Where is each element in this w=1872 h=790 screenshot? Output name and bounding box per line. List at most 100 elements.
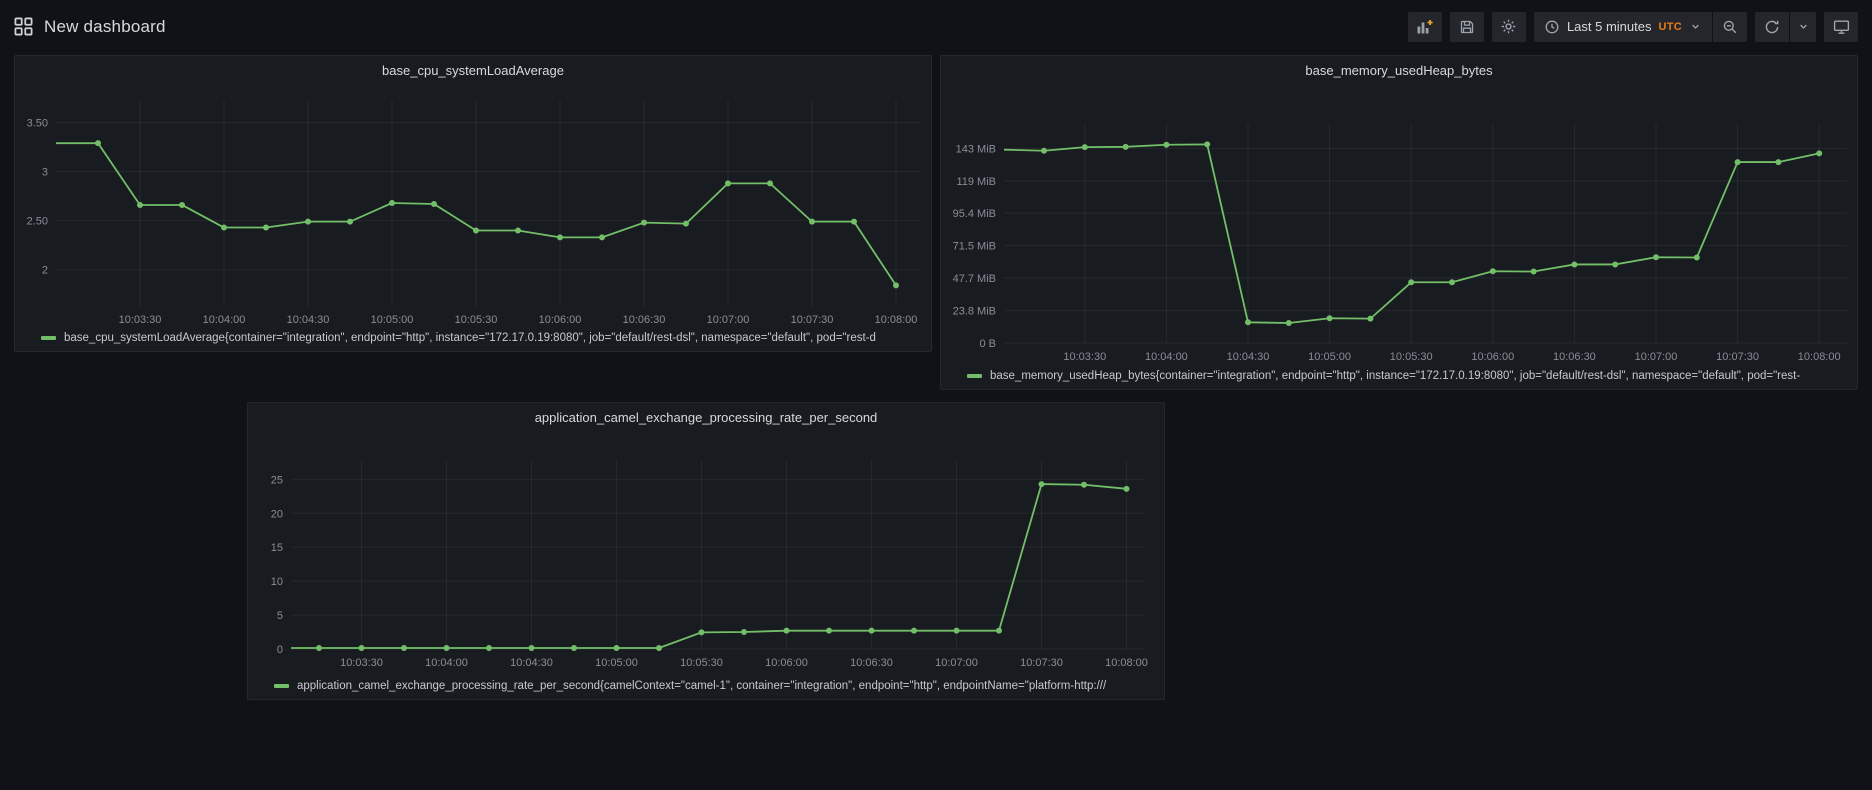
data-point[interactable] [1571, 261, 1577, 267]
data-point[interactable] [305, 219, 311, 225]
data-point[interactable] [1039, 481, 1045, 487]
data-point[interactable] [263, 225, 269, 231]
data-point[interactable] [996, 628, 1002, 634]
x-axis-tick-label: 10:07:30 [791, 314, 834, 326]
data-point[interactable] [1082, 144, 1088, 150]
data-point[interactable] [1449, 279, 1455, 285]
data-point[interactable] [725, 180, 731, 186]
y-axis-tick-label: 25 [271, 474, 283, 486]
data-point[interactable] [221, 225, 227, 231]
data-point[interactable] [515, 227, 521, 233]
data-point[interactable] [1735, 159, 1741, 165]
x-axis-tick-label: 10:04:30 [1227, 351, 1270, 363]
add-panel-button[interactable] [1408, 12, 1442, 42]
refresh-interval-dropdown[interactable] [1790, 12, 1816, 42]
panel-camel-processing-rate: application_camel_exchange_processing_ra… [247, 402, 1165, 700]
legend-series-label[interactable]: base_cpu_systemLoadAverage{container="in… [64, 332, 876, 344]
legend-series-dash [41, 336, 56, 340]
y-axis-tick-label: 3.50 [27, 118, 48, 130]
monitor-icon [1833, 18, 1850, 35]
data-point[interactable] [473, 227, 479, 233]
data-point[interactable] [1816, 150, 1822, 156]
data-point[interactable] [557, 234, 563, 240]
data-point[interactable] [851, 219, 857, 225]
refresh-button[interactable] [1755, 12, 1789, 42]
data-point[interactable] [614, 645, 620, 651]
legend-series-dash [967, 374, 982, 378]
data-point[interactable] [954, 628, 960, 634]
x-axis-tick-label: 10:06:00 [765, 657, 808, 669]
y-axis-tick-label: 47.7 MiB [953, 273, 996, 285]
data-point[interactable] [1694, 255, 1700, 261]
legend-series-label[interactable]: base_memory_usedHeap_bytes{container="in… [990, 370, 1800, 382]
data-point[interactable] [869, 628, 875, 634]
data-point[interactable] [1124, 486, 1130, 492]
x-axis-tick-label: 10:06:00 [1471, 351, 1514, 363]
x-axis-tick-label: 10:05:00 [371, 314, 414, 326]
y-axis-tick-label: 143 MiB [956, 143, 996, 155]
data-point[interactable] [809, 219, 815, 225]
x-axis-tick-label: 10:03:30 [119, 314, 162, 326]
data-point[interactable] [1653, 254, 1659, 260]
data-point[interactable] [893, 282, 899, 288]
data-point[interactable] [683, 221, 689, 227]
memory-heap-chart: 10:03:3010:04:0010:04:3010:05:0010:05:30… [941, 56, 1859, 391]
data-point[interactable] [641, 220, 647, 226]
save-dashboard-button[interactable] [1450, 12, 1484, 42]
data-point[interactable] [656, 645, 662, 651]
data-point[interactable] [486, 645, 492, 651]
data-point[interactable] [1531, 269, 1537, 275]
data-point[interactable] [1327, 315, 1333, 321]
data-point[interactable] [1408, 279, 1414, 285]
data-point[interactable] [431, 201, 437, 207]
x-axis-tick-label: 10:04:00 [425, 657, 468, 669]
series-line[interactable] [291, 484, 1127, 648]
data-point[interactable] [444, 645, 450, 651]
data-point[interactable] [767, 180, 773, 186]
zoom-out-button[interactable] [1713, 12, 1747, 42]
dashboard-title[interactable]: New dashboard [44, 17, 166, 37]
data-point[interactable] [741, 629, 747, 635]
x-axis-tick-label: 10:08:00 [1798, 351, 1841, 363]
data-point[interactable] [359, 645, 365, 651]
data-point[interactable] [826, 628, 832, 634]
data-point[interactable] [599, 234, 605, 240]
data-point[interactable] [316, 645, 322, 651]
x-axis-tick-label: 10:05:30 [1390, 351, 1433, 363]
cycle-view-mode-button[interactable] [1824, 12, 1858, 42]
data-point[interactable] [1204, 141, 1210, 147]
data-point[interactable] [1123, 144, 1129, 150]
dashboard-settings-button[interactable] [1492, 12, 1526, 42]
data-point[interactable] [401, 645, 407, 651]
y-axis-tick-label: 119 MiB [956, 176, 996, 188]
legend: base_memory_usedHeap_bytes{container="in… [967, 368, 1851, 384]
x-axis-tick-label: 10:05:30 [680, 657, 723, 669]
data-point[interactable] [1163, 142, 1169, 148]
data-point[interactable] [347, 219, 353, 225]
data-point[interactable] [571, 645, 577, 651]
camel-rate-chart: 10:03:3010:04:0010:04:3010:05:0010:05:30… [248, 403, 1166, 701]
data-point[interactable] [1367, 316, 1373, 322]
data-point[interactable] [1490, 268, 1496, 274]
data-point[interactable] [137, 202, 143, 208]
data-point[interactable] [95, 140, 101, 146]
data-point[interactable] [784, 628, 790, 634]
data-point[interactable] [529, 645, 535, 651]
clock-icon [1544, 19, 1560, 35]
data-point[interactable] [389, 200, 395, 206]
data-point[interactable] [1612, 261, 1618, 267]
data-point[interactable] [1286, 320, 1292, 326]
data-point[interactable] [699, 629, 705, 635]
legend-series-label[interactable]: application_camel_exchange_processing_ra… [297, 680, 1106, 692]
data-point[interactable] [179, 202, 185, 208]
y-axis-tick-label: 2.50 [27, 216, 48, 228]
data-point[interactable] [1081, 482, 1087, 488]
time-range-picker-button[interactable]: Last 5 minutes UTC [1534, 12, 1712, 42]
data-point[interactable] [1775, 159, 1781, 165]
data-point[interactable] [911, 628, 917, 634]
x-axis-tick-label: 10:03:30 [1063, 351, 1106, 363]
data-point[interactable] [1245, 319, 1251, 325]
x-axis-tick-label: 10:07:30 [1716, 351, 1759, 363]
chevron-down-icon [1689, 20, 1702, 33]
data-point[interactable] [1041, 148, 1047, 154]
